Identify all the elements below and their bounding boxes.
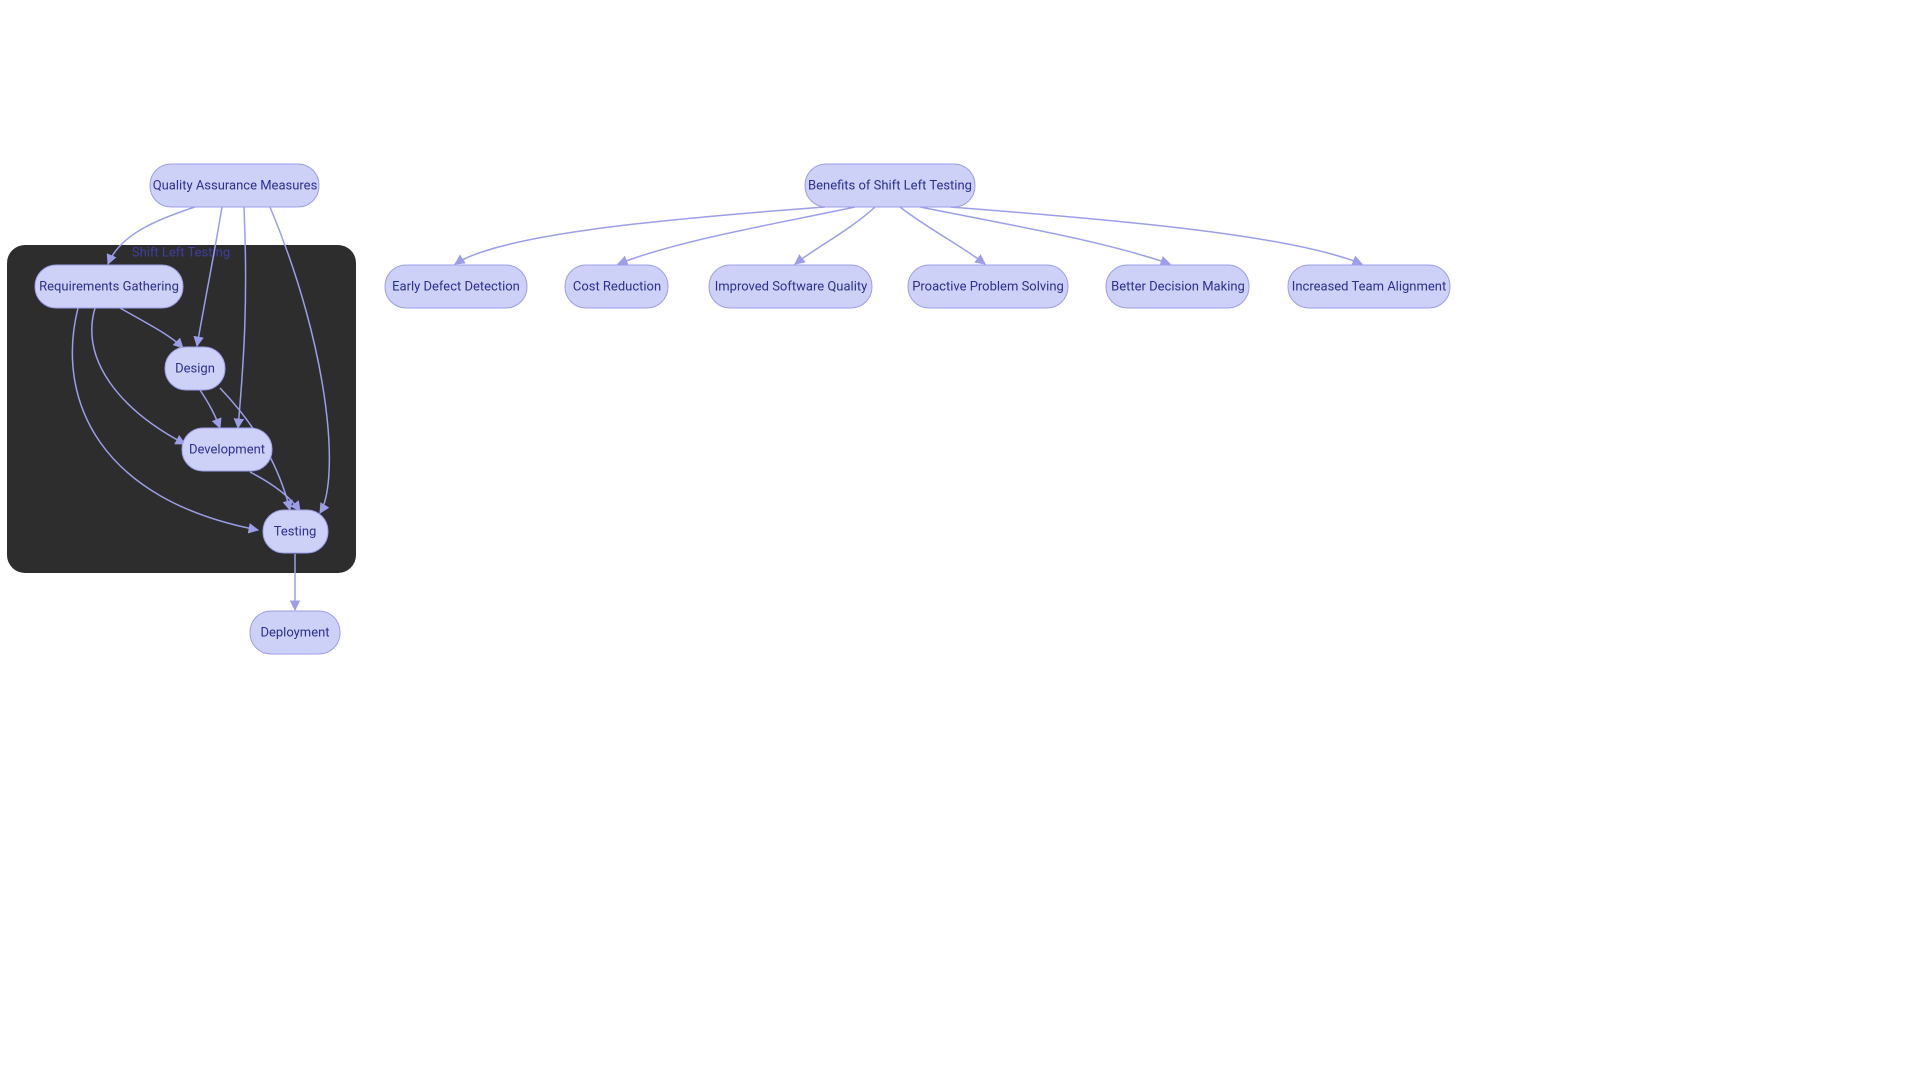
node-benefits-label: Benefits of Shift Left Testing — [808, 178, 972, 193]
edge-benefits-b6 — [950, 207, 1362, 264]
node-benefit-2: Cost Reduction — [565, 265, 668, 308]
node-qa-label: Quality Assurance Measures — [153, 178, 318, 193]
node-development: Development — [182, 428, 272, 471]
diagram-canvas: Shift Left Testing Quality Assurance Mea… — [0, 0, 1920, 1080]
node-benefit-1: Early Defect Detection — [385, 265, 527, 308]
node-design: Design — [165, 347, 225, 390]
edge-benefits-b3 — [795, 207, 875, 264]
node-testing-label: Testing — [274, 524, 317, 539]
edge-benefits-b5 — [920, 207, 1170, 264]
node-b5-label: Better Decision Making — [1111, 279, 1245, 294]
node-benefit-6: Increased Team Alignment — [1288, 265, 1450, 308]
node-benefit-4: Proactive Problem Solving — [908, 265, 1068, 308]
node-dev-label: Development — [189, 442, 265, 457]
node-testing: Testing — [263, 510, 328, 553]
node-requirements: Requirements Gathering — [35, 265, 183, 308]
edge-benefits-b2 — [618, 207, 855, 264]
node-benefits: Benefits of Shift Left Testing — [805, 164, 975, 207]
node-benefit-3: Improved Software Quality — [709, 265, 872, 308]
node-req-label: Requirements Gathering — [39, 279, 179, 294]
node-b3-label: Improved Software Quality — [715, 279, 868, 294]
node-b2-label: Cost Reduction — [573, 279, 661, 294]
node-qa: Quality Assurance Measures — [150, 164, 319, 207]
node-b4-label: Proactive Problem Solving — [912, 279, 1064, 294]
node-design-label: Design — [175, 361, 215, 376]
edge-benefits-b4 — [900, 207, 985, 264]
node-b6-label: Increased Team Alignment — [1292, 279, 1446, 294]
node-deploy-label: Deployment — [260, 625, 329, 640]
node-benefit-5: Better Decision Making — [1106, 265, 1249, 308]
node-b1-label: Early Defect Detection — [392, 279, 520, 294]
node-deployment: Deployment — [250, 611, 340, 654]
